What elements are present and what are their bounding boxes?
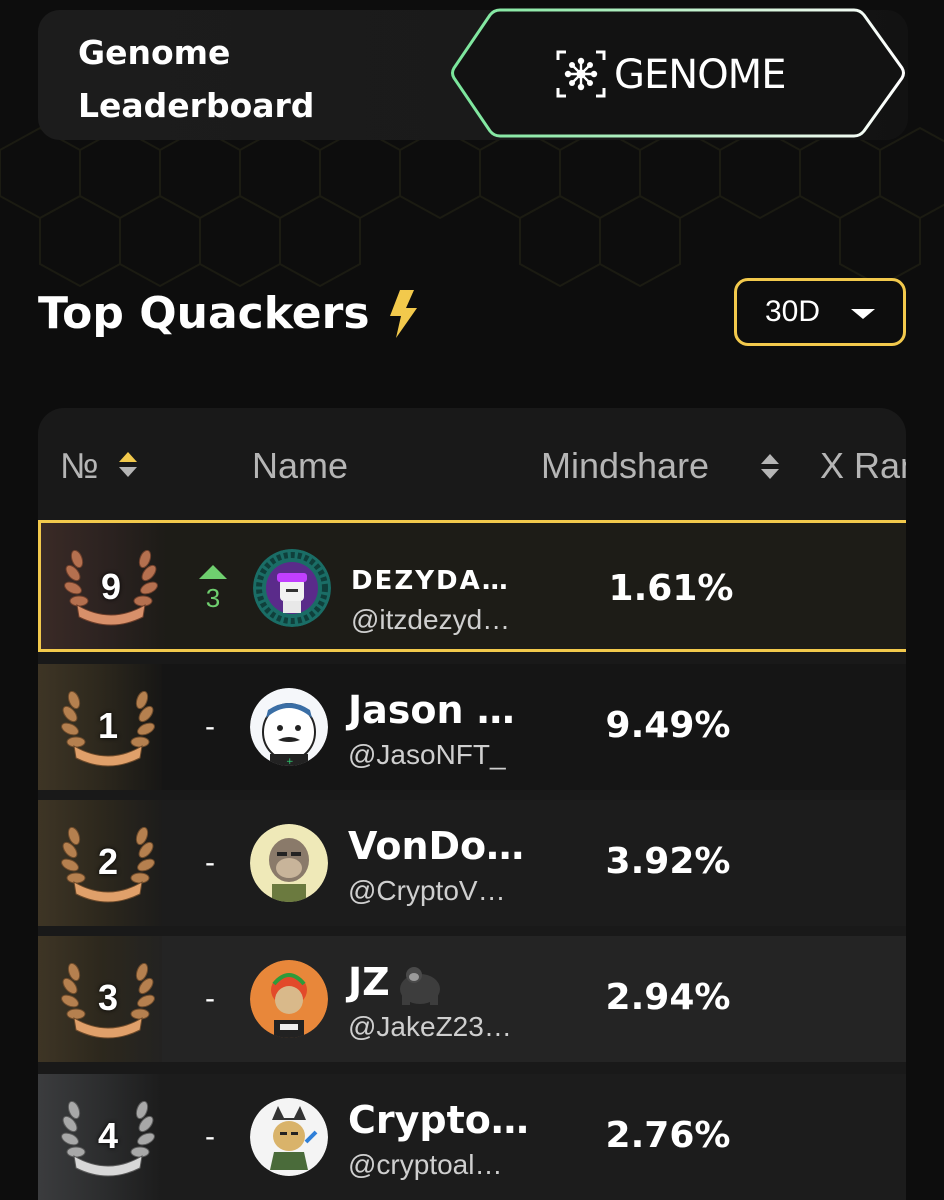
arrow-up-icon: [199, 565, 227, 579]
mindshare-value: 2.94%: [605, 977, 731, 1018]
rank-change: -: [190, 848, 230, 878]
lightning-bolt-icon: [390, 290, 417, 338]
rank-change-value: -: [205, 710, 215, 743]
rank-cell: 9: [41, 523, 165, 649]
rank-number: 3: [97, 977, 119, 1018]
rank-number: 9: [100, 566, 122, 607]
user-handle[interactable]: @JasoNFT_: [348, 738, 506, 772]
avatar-jz-icon: [250, 960, 328, 1038]
table-row[interactable]: 4 - Crypto… @cryptoal… 2.76%: [38, 1074, 906, 1200]
genome-brand-text: GENOME: [614, 52, 786, 98]
rank-change-value: -: [205, 846, 215, 879]
user-name[interactable]: VonDo…: [348, 824, 524, 868]
rank-number: 4: [97, 1115, 119, 1156]
user-handle[interactable]: @itzdezyd…: [351, 603, 510, 637]
avatar-dezyda-icon: [253, 549, 331, 627]
table-row[interactable]: 2 - VonDo… @CryptoV… 3.92%: [38, 800, 906, 926]
rank-cell: 2: [38, 800, 162, 926]
period-select[interactable]: 30D: [734, 278, 906, 346]
column-header-mindshare[interactable]: Mindshare: [541, 446, 709, 486]
user-name[interactable]: Crypto…: [348, 1098, 529, 1142]
table-row[interactable]: 9 3 DEZYDA… @itzdezyd… 1.61%: [38, 520, 906, 652]
rank-change-value: 3: [205, 583, 221, 613]
table-row[interactable]: 3 - JZ @JakeZ23… 2.94%: [38, 936, 906, 1062]
avatar-jason-icon: +: [250, 688, 328, 766]
rank-change: -: [190, 1122, 230, 1152]
avatar-vondo-icon: [250, 824, 328, 902]
mindshare-value: 3.92%: [605, 841, 731, 882]
avatar[interactable]: [253, 549, 331, 627]
user-handle[interactable]: @CryptoV…: [348, 874, 506, 908]
user-name[interactable]: Jason …: [348, 688, 515, 732]
avatar-crypto-icon: [250, 1098, 328, 1176]
sort-rank-icon[interactable]: [118, 452, 138, 482]
column-header-rank[interactable]: №: [60, 446, 99, 486]
rank-cell: 1: [38, 664, 162, 790]
leaderboard-table: № Name Mindshare X Ran 9: [38, 408, 906, 1200]
mindshare-value: 2.76%: [605, 1115, 731, 1156]
rank-change: -: [190, 712, 230, 742]
genome-logo-icon: [556, 50, 606, 98]
avatar[interactable]: +: [250, 688, 328, 766]
rank-change: -: [190, 984, 230, 1014]
user-handle[interactable]: @JakeZ23…: [348, 1010, 512, 1044]
rank-cell: 3: [38, 936, 162, 1062]
period-select-value: 30D: [765, 295, 821, 328]
mindshare-value: 1.61%: [608, 568, 734, 609]
column-header-name: Name: [252, 445, 349, 486]
user-name[interactable]: JZ: [348, 960, 444, 1005]
mindshare-value: 9.49%: [605, 705, 731, 746]
sort-mindshare-icon[interactable]: [760, 454, 780, 484]
avatar[interactable]: [250, 824, 328, 902]
rank-number: 1: [97, 705, 119, 746]
rank-number: 2: [97, 841, 119, 882]
page-title: Genome Leaderboard: [78, 33, 315, 125]
svg-text:+: +: [286, 757, 294, 766]
rank-cell: 4: [38, 1074, 162, 1200]
caret-down-icon: [851, 309, 875, 319]
user-name[interactable]: DEZYDA…: [351, 559, 510, 603]
user-handle[interactable]: @cryptoal…: [348, 1148, 502, 1182]
section-title: Top Quackers: [38, 288, 370, 339]
rank-change-value: -: [205, 982, 215, 1015]
user-name-text: JZ: [348, 960, 390, 1004]
avatar[interactable]: [250, 960, 328, 1038]
rank-change-value: -: [205, 1120, 215, 1153]
avatar[interactable]: [250, 1098, 328, 1176]
gorilla-icon: [399, 966, 440, 1005]
table-row[interactable]: 1 - + Jason … @JasoNFT_ 9.49%: [38, 664, 906, 790]
column-header-x-rank[interactable]: X Ran: [820, 446, 906, 486]
